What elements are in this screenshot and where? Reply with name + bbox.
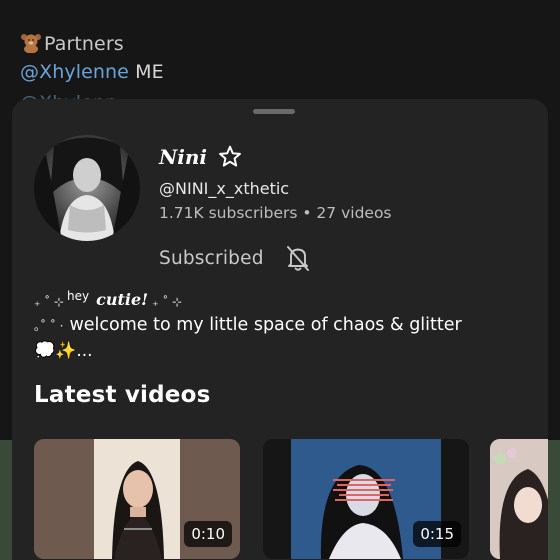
channel-handle: @NINI_x_xthetic [159, 179, 290, 198]
partners-text: Partners [44, 33, 124, 55]
avatar[interactable] [34, 135, 140, 241]
mention-suffix: ME [128, 61, 164, 83]
subscribed-label: Subscribed [159, 247, 264, 269]
bio-line-3: 💭✨... [34, 341, 93, 361]
bell-off-icon[interactable] [282, 242, 314, 274]
video-thumbnail-1[interactable]: 0:10 [34, 439, 240, 559]
teddy-bear-icon [21, 34, 41, 53]
bio-line-1: ₊ ˚ ⊹ hey cutie! ₊ ˚ ⊹ [34, 283, 534, 309]
bio-cutie: cutie! [96, 290, 149, 309]
channel-preview-sheet: Nini @NINI_x_xthetic 1.71K subscribers •… [12, 99, 548, 560]
bio-deco-right: ₊ ˚ ⊹ [152, 295, 183, 309]
channel-stats: 1.71K subscribers • 27 videos [159, 204, 392, 222]
mention-link[interactable]: @Xhylenne [20, 61, 129, 83]
bio-deco-left: ₊ ˚ ⊹ [34, 295, 65, 309]
star-outline-icon [219, 145, 241, 167]
channel-name-row: Nini [159, 143, 243, 171]
mention-line: @Xhylenne ME [20, 61, 164, 83]
video-thumbnail-3[interactable] [490, 439, 548, 559]
video-thumbnail-2[interactable]: 0:15 [263, 439, 469, 559]
sheet-drag-handle[interactable] [253, 109, 295, 114]
bio-hey: hey [67, 289, 90, 303]
latest-videos-heading: Latest videos [34, 382, 211, 408]
subscribed-button[interactable]: Subscribed [159, 242, 314, 274]
channel-name: Nini [159, 145, 208, 169]
partners-line: Partners [20, 30, 124, 55]
video-duration-2: 0:15 [413, 521, 461, 547]
video-duration-1: 0:10 [184, 521, 232, 547]
bio-welcome-text: welcome to my little space of chaos & gl… [69, 315, 462, 335]
bio-line-2: ｡˚ ˚ · welcome to my little space of cha… [34, 315, 534, 335]
channel-description: ₊ ˚ ⊹ hey cutie! ₊ ˚ ⊹ ｡˚ ˚ · welcome to… [34, 283, 534, 361]
bio-deco-dots: ｡˚ ˚ · [34, 318, 64, 333]
